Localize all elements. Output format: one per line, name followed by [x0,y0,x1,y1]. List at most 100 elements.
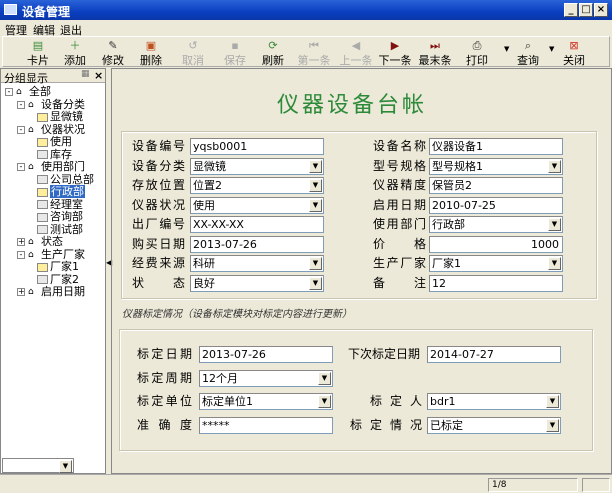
panel-close-button[interactable]: × [94,69,103,82]
chevron-down-icon[interactable]: ▼ [548,257,561,270]
tree-node[interactable]: 厂家2 [37,273,79,286]
dropdown-arrow-icon[interactable]: ▼ [549,45,554,53]
chevron-down-icon[interactable]: ▼ [546,418,559,432]
resize-grip[interactable] [582,478,610,492]
tree-node[interactable]: - ⌂ 设备分类 [17,98,85,111]
select-存放位置[interactable]: 位置2 ▼ [190,177,324,194]
field-准确度[interactable]: ***** [199,416,333,434]
collapse-icon[interactable]: - [5,88,13,96]
toolbar-button-edit[interactable]: ✎ 修改 [95,39,131,68]
chevron-down-icon[interactable]: ▼ [548,159,561,173]
toolbar-button-next-record[interactable]: ▶ 下一条 [377,39,413,68]
select-使用部门[interactable]: 行政部 ▼ [429,216,563,233]
tree-node[interactable]: 经理室 [37,198,83,211]
folder-icon [37,212,48,222]
tree-node[interactable]: 测试部 [37,223,83,236]
tree-node[interactable]: 使用 [37,135,72,148]
toolbar-button-print[interactable]: ⎙ 打印 [459,39,495,68]
field-设备名称[interactable]: 仪器设备1 [429,138,563,155]
tree-node[interactable]: 厂家1 [37,260,79,273]
minimize-button[interactable]: _ [564,3,578,17]
chevron-down-icon[interactable]: ▼ [548,218,561,231]
select-标定单位[interactable]: 标定单位1 ▼ [199,393,333,410]
field-价格[interactable]: 1000 [429,235,563,253]
chevron-down-icon[interactable]: ▼ [309,159,322,173]
select-设备分类[interactable]: 显微镜 ▼ [190,157,324,175]
toolbar-button-refresh[interactable]: ⟳ 刷新 [255,39,291,68]
tree-node-label: 厂家2 [50,272,79,286]
field-下次标定日期[interactable]: 2014-07-27 [427,346,561,363]
field-value: bdr1 [430,395,456,408]
tree-node[interactable]: + ⌂ 启用日期 [17,285,85,298]
tree-node[interactable]: 库存 [37,148,72,161]
toolbar-button-prev-record[interactable]: ◀ 上一条 [338,39,374,68]
chevron-down-icon[interactable]: ▼ [318,371,331,385]
select-仪器状况[interactable]: 使用 ▼ [190,196,324,214]
toolbar-button-search[interactable]: ⌕ 查询 [510,39,546,68]
chevron-down-icon[interactable]: ▼ [546,395,559,408]
chevron-down-icon[interactable]: ▼ [309,257,322,270]
tree-node[interactable]: - ⌂ 仪器状况 [17,123,85,136]
select-经费来源[interactable]: 科研 ▼ [190,255,324,272]
field-label: 下次标定日期 [348,347,421,361]
field-label: 备注 [373,275,426,290]
folder-icon [37,150,48,159]
toolbar: ▤ 卡片 ＋ 添加 ✎ 修改 ▣ 删除 ↺ 取消 ▪ 保存 ⟳ 刷新 ⏮ 第一条 ◀ 上一条 ▶ 下一条 ⏭ 最末条 ⎙ 打印… [2,36,610,67]
tree-node[interactable]: - ⌂ 生产厂家 [17,248,85,261]
tree-node[interactable]: 咨询部 [37,210,83,223]
field-value: ***** [202,418,230,432]
tree-node[interactable]: - ⌂ 全部 [5,85,51,98]
toolbar-button-delete[interactable]: ▣ 删除 [133,39,169,68]
folder-open-icon [37,112,48,122]
field-设备编号[interactable]: yqsb0001 [190,138,324,155]
toolbar-button-add[interactable]: ＋ 添加 [57,39,93,68]
field-购买日期[interactable]: 2013-07-26 [190,235,324,253]
group-select[interactable]: ▼ [2,458,74,473]
collapse-icon[interactable]: - [17,100,25,109]
chevron-down-icon[interactable]: ▼ [309,179,322,192]
select-生产厂家[interactable]: 厂家1 ▼ [429,255,563,272]
field-label: 使用部门 [373,217,426,231]
dropdown-arrow-icon[interactable]: ▼ [504,45,509,53]
field-备注[interactable]: 12 [429,274,563,292]
close-window-button[interactable]: × [594,3,608,17]
tree-node[interactable]: 公司总部 [37,173,94,186]
field-value: 仪器设备1 [432,140,483,153]
expand-icon[interactable]: + [17,288,25,296]
tree-node[interactable]: 行政部 [37,185,85,198]
toolbar-button-close[interactable]: ⊠ 关闭 [556,39,592,68]
collapse-icon[interactable]: - [17,250,25,259]
field-value: 使用 [193,198,215,212]
app-icon [4,4,17,15]
toolbar-button-undo[interactable]: ↺ 取消 [175,39,211,68]
chevron-down-icon[interactable]: ▼ [309,276,322,290]
toolbar-button-card[interactable]: ▤ 卡片 [20,39,56,68]
tree-node[interactable]: + ⌂ 状态 [17,235,63,248]
tree-node[interactable]: - ⌂ 使用部门 [17,160,85,173]
maximize-button[interactable]: □ [579,3,593,17]
toolbar-button-save[interactable]: ▪ 保存 [217,39,253,68]
select-标定人[interactable]: bdr1 ▼ [427,393,561,410]
collapse-icon[interactable]: - [17,125,25,134]
toolbar-button-label: 删除 [140,54,162,67]
select-标定情况[interactable]: 已标定 ▼ [427,416,561,434]
collapse-icon[interactable]: - [17,163,25,171]
toolbar-button-last-record[interactable]: ⏭ 最末条 [417,39,453,68]
select-标定周期[interactable]: 12个月 ▼ [199,369,333,387]
chevron-down-icon[interactable]: ▼ [309,198,322,212]
field-出厂编号[interactable]: XX-XX-XX [190,216,324,233]
expand-icon[interactable]: + [17,238,25,246]
pin-icon[interactable]: ▦ [81,69,90,79]
chevron-down-icon[interactable]: ▼ [318,395,331,408]
select-型号规格[interactable]: 型号规格1 ▼ [429,157,563,175]
select-状态[interactable]: 良好 ▼ [190,274,324,292]
field-仪器精度[interactable]: 保管员2 [429,177,563,194]
field-启用日期[interactable]: 2010-07-25 [429,196,563,214]
tree-node[interactable]: 显微镜 [37,110,83,123]
chevron-down-icon[interactable]: ▼ [59,460,72,473]
toolbar-button-first-record[interactable]: ⏮ 第一条 [296,39,332,68]
field-标定日期[interactable]: 2013-07-26 [199,346,333,363]
field-label: 存放位置 [132,178,185,192]
group-panel: 分组显示 ▦ × - ⌂ 全部 - ⌂ 设备分类 显微镜 - ⌂ 仪器状况 使用 库存 - ⌂ 使用部门 公司… [0,68,106,474]
home-icon: ⌂ [16,87,22,97]
